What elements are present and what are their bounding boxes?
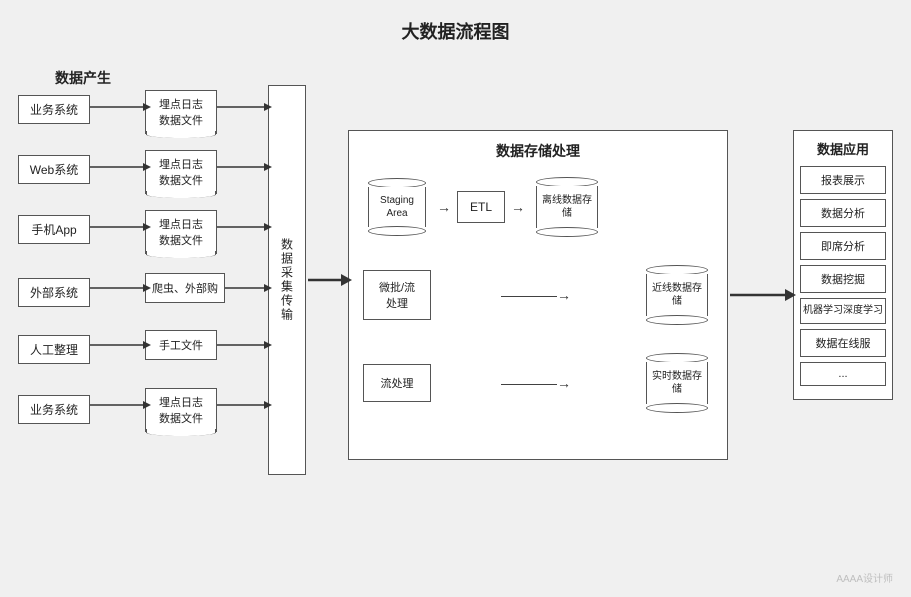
app-item-6: ... bbox=[800, 362, 886, 386]
source-box-3: 手机App bbox=[18, 215, 90, 244]
app-item-1: 数据分析 bbox=[800, 199, 886, 227]
main-canvas: 大数据流程图 数据产生 业务系统 埋点日志 数据文件 Web系统 埋点日志 数据… bbox=[0, 0, 911, 597]
realtime-db-cylinder: 实时数据存 储 bbox=[641, 353, 713, 413]
log-file-2: 埋点日志 数据文件 bbox=[145, 150, 217, 194]
data-generation-label: 数据产生 bbox=[55, 68, 111, 88]
storage-row-1: Staging Area → ETL → 离线数据存 储 bbox=[363, 177, 713, 237]
source-box-5: 人工整理 bbox=[18, 335, 90, 364]
log-file-1: 埋点日志 数据文件 bbox=[145, 90, 217, 134]
storage-row-3: 流处理 ————→ 实时数据存 储 bbox=[363, 353, 713, 413]
collection-box: 数据采集传输 bbox=[268, 85, 306, 475]
source-row-4: 外部系统 bbox=[18, 278, 90, 311]
arrow-etl-db1: → bbox=[511, 199, 525, 215]
stream-process-box: 流处理 bbox=[363, 364, 431, 402]
storage-row-2: 微批/流 处理 ————→ 近线数据存 储 bbox=[363, 265, 713, 325]
log-file-5: 手工文件 bbox=[145, 330, 217, 360]
watermark: AAAA设计师 bbox=[836, 570, 893, 585]
app-item-5: 数据在线服 bbox=[800, 329, 886, 357]
nearline-db-cylinder: 近线数据存 储 bbox=[641, 265, 713, 325]
micro-batch-box: 微批/流 处理 bbox=[363, 270, 431, 320]
source-row-5: 人工整理 bbox=[18, 335, 90, 368]
storage-box: 数据存储处理 Staging Area → ETL → bbox=[348, 130, 728, 460]
etl-box: ETL bbox=[457, 191, 505, 223]
offline-db-cylinder: 离线数据存 储 bbox=[531, 177, 603, 237]
source-row-6: 业务系统 bbox=[18, 395, 90, 428]
staging-area-cylinder: Staging Area bbox=[363, 178, 431, 236]
page-title: 大数据流程图 bbox=[0, 0, 911, 54]
app-item-0: 报表展示 bbox=[800, 166, 886, 194]
source-box-6: 业务系统 bbox=[18, 395, 90, 424]
arrow-micro-db2: ————→ bbox=[437, 287, 635, 303]
arrow-stream-db3: ————→ bbox=[437, 375, 635, 391]
app-item-2: 即席分析 bbox=[800, 232, 886, 260]
log-file-6: 埋点日志 数据文件 bbox=[145, 388, 217, 432]
arrow-staging-etl: → bbox=[437, 199, 451, 215]
source-row-1: 业务系统 bbox=[18, 95, 90, 128]
app-item-3: 数据挖掘 bbox=[800, 265, 886, 293]
storage-title: 数据存储处理 bbox=[349, 131, 727, 169]
app-box: 数据应用 报表展示 数据分析 即席分析 数据挖掘 机器学习深度学习 数据在线服 … bbox=[793, 130, 893, 400]
app-title: 数据应用 bbox=[800, 139, 886, 158]
source-box-2: Web系统 bbox=[18, 155, 90, 184]
log-file-4: 爬虫、外部购 bbox=[145, 273, 225, 303]
collection-label: 数据采集传输 bbox=[279, 238, 296, 322]
source-row-2: Web系统 bbox=[18, 155, 90, 188]
source-box-1: 业务系统 bbox=[18, 95, 90, 124]
source-row-3: 手机App bbox=[18, 215, 90, 248]
log-file-3: 埋点日志 数据文件 bbox=[145, 210, 217, 254]
source-box-4: 外部系统 bbox=[18, 278, 90, 307]
app-item-4: 机器学习深度学习 bbox=[800, 298, 886, 324]
